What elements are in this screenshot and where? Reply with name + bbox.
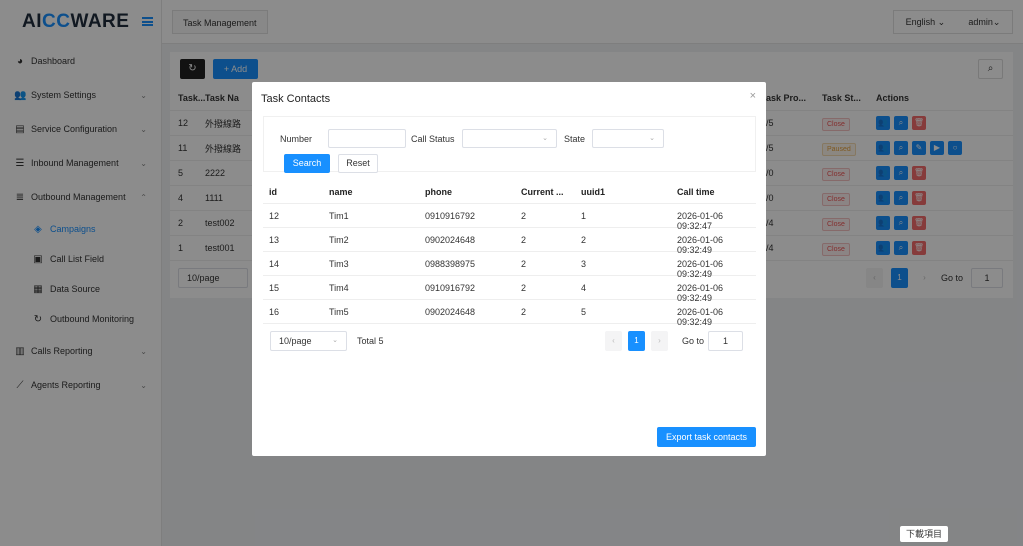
cell-name: Tim1 (329, 211, 349, 221)
cell-id: 14 (269, 259, 280, 269)
contacts-table: id name phone Current ... uuid1 Call time 12 Ti… (263, 180, 756, 327)
cell-uuid1: 3 (581, 259, 587, 269)
column-header: phone (425, 187, 452, 197)
cell-current: 2 (521, 259, 527, 269)
column-header: Call time (677, 187, 715, 197)
goto-input[interactable]: 1 (708, 331, 743, 351)
search-button[interactable]: Search (284, 154, 330, 173)
call-status-label: Call Status (411, 134, 455, 144)
next-page-button[interactable]: › (651, 331, 668, 351)
cell-id: 15 (269, 283, 280, 293)
table-row[interactable]: 15 Tim4 0910916792 2 4 2026-01-06 09:32:49 (263, 276, 756, 303)
cell-phone: 0902024648 (425, 307, 476, 317)
contacts-pager: 10/page ⌄ Total 5 ‹ 1 › Go to 1 (270, 331, 750, 351)
cell-uuid1: 1 (581, 211, 587, 221)
cell-phone: 0910916792 (425, 211, 476, 221)
goto-label: Go to (682, 336, 705, 346)
cell-phone: 0988398975 (425, 259, 476, 269)
page-size-select[interactable]: 10/page ⌄ (270, 331, 347, 351)
cell-uuid1: 5 (581, 307, 587, 317)
cell-id: 16 (269, 307, 280, 317)
cell-time: 2026-01-06 09:32:49 (677, 307, 724, 327)
cell-name: Tim2 (329, 235, 349, 245)
column-header: uuid1 (581, 187, 605, 197)
cell-uuid1: 4 (581, 283, 587, 293)
total-count: Total 5 (357, 336, 384, 346)
table-row[interactable]: 16 Tim5 0902024648 2 5 2026-01-06 09:32:49 (263, 300, 756, 327)
call-status-select[interactable]: ⌄ (462, 129, 557, 148)
page-button[interactable]: 1 (628, 331, 645, 351)
cell-phone: 0902024648 (425, 235, 476, 245)
cell-id: 12 (269, 211, 280, 221)
cell-uuid1: 2 (581, 235, 587, 245)
chevron-down-icon: ⌄ (332, 337, 338, 344)
cell-phone: 0910916792 (425, 283, 476, 293)
column-header: Current ... (521, 187, 564, 197)
task-contacts-dialog: Task Contacts × Number Call Status ⌄ Sta… (252, 82, 766, 456)
state-label: State (564, 134, 586, 144)
chevron-down-icon: ⌄ (649, 135, 655, 142)
column-header: name (329, 187, 353, 197)
cell-name: Tim5 (329, 307, 349, 317)
number-input[interactable] (328, 129, 406, 148)
export-contacts-button[interactable]: Export task contacts (656, 427, 756, 447)
table-row[interactable]: 13 Tim2 0902024648 2 2 2026-01-06 09:32:49 (263, 228, 756, 255)
cell-current: 2 (521, 211, 527, 221)
dialog-title: Task Contacts (261, 93, 331, 105)
state-select[interactable]: ⌄ (592, 129, 664, 148)
table-row[interactable]: 14 Tim3 0988398975 2 3 2026-01-06 09:32:49 (263, 252, 756, 279)
cell-name: Tim4 (329, 283, 349, 293)
cell-current: 2 (521, 283, 527, 293)
number-label: Number (280, 134, 313, 144)
table-row[interactable]: 12 Tim1 0910916792 2 1 2026-01-06 09:32:47 (263, 204, 756, 231)
cell-name: Tim3 (329, 259, 349, 269)
cell-current: 2 (521, 235, 527, 245)
cell-current: 2 (521, 307, 527, 317)
reset-button[interactable]: Reset (338, 154, 378, 173)
close-icon[interactable]: × (750, 90, 756, 102)
contacts-header-row: id name phone Current ... uuid1 Call time (263, 180, 756, 204)
prev-page-button[interactable]: ‹ (605, 331, 622, 351)
filter-form: Number Call Status ⌄ State ⌄ Search Rese… (263, 116, 756, 173)
cell-id: 13 (269, 235, 280, 245)
column-header: id (269, 187, 277, 197)
chevron-down-icon: ⌄ (542, 135, 548, 142)
download-tooltip: 下載項目 (900, 526, 949, 542)
